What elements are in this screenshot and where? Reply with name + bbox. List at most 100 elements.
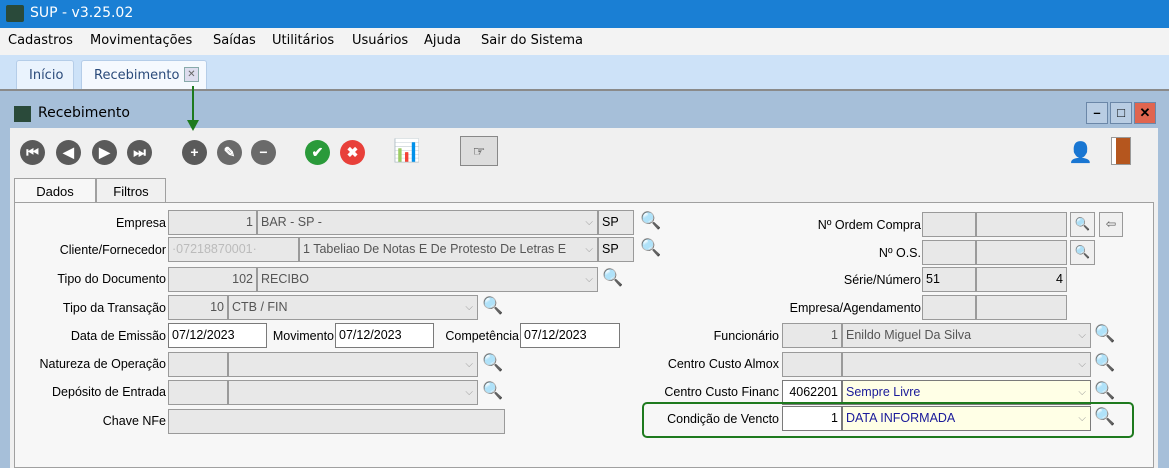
competencia-label: Competência [445, 329, 519, 343]
add-icon[interactable]: + [182, 140, 207, 165]
chart-settings-icon[interactable]: 📊 [393, 138, 420, 164]
deposito-code[interactable] [168, 380, 228, 405]
menu-sair[interactable]: Sair do Sistema [481, 33, 583, 48]
close-tab-icon[interactable]: ✕ [184, 67, 199, 82]
next-icon[interactable]: ▶ [92, 140, 117, 165]
funcionario-search-icon[interactable]: 🔍 [1094, 324, 1115, 344]
cc-almox-label: Centro Custo Almox [667, 357, 779, 371]
maximize-button[interactable]: □ [1110, 102, 1132, 124]
tipo-trans-desc-select[interactable]: CTB / FIN ⌵ [228, 295, 478, 320]
ordem-b[interactable] [976, 212, 1067, 237]
tab-recebimento[interactable]: Recebimento ✕ [81, 60, 207, 89]
cliente-search-icon[interactable]: 🔍 [640, 238, 661, 258]
chevron-down-icon[interactable]: ⌵ [465, 296, 473, 319]
empresa-code[interactable]: 1 [168, 210, 257, 235]
os-search-button[interactable]: 🔍 [1070, 240, 1095, 265]
tipo-doc-desc-select[interactable]: RECIBO ⌵ [257, 267, 598, 292]
last-icon[interactable]: ⏭ [127, 140, 152, 165]
chevron-down-icon[interactable]: ⌵ [585, 238, 593, 261]
data-emissao-input[interactable]: 07/12/2023 [168, 323, 267, 348]
cc-almox-code[interactable] [782, 352, 842, 377]
funcionario-code[interactable]: 1 [782, 323, 842, 348]
tab-label: Recebimento [94, 68, 180, 83]
cc-financ-search-icon[interactable]: 🔍 [1094, 381, 1115, 401]
menu-ajuda[interactable]: Ajuda [424, 33, 461, 48]
tab-inicio[interactable]: Início [16, 60, 74, 89]
user-shield-icon[interactable]: 👤 [1068, 140, 1093, 165]
window-title: Recebimento [38, 105, 130, 121]
chevron-down-icon[interactable]: ⌵ [585, 268, 593, 291]
empresa-uf[interactable]: SP [598, 210, 634, 235]
edit-icon[interactable]: ✎ [217, 140, 242, 165]
empresa-search-icon[interactable]: 🔍 [640, 211, 661, 231]
tipo-trans-code[interactable]: 10 [168, 295, 228, 320]
cliente-uf[interactable]: SP [598, 237, 634, 262]
data-emissao-label: Data de Emissão [70, 329, 166, 343]
menu-cadastros[interactable]: Cadastros [8, 33, 73, 48]
cliente-desc-value: 1 Tabeliao De Notas E De Protesto De Let… [303, 242, 567, 256]
remove-icon[interactable]: − [251, 140, 276, 165]
empresa-label: Empresa [115, 216, 166, 230]
movimento-label: Movimento [272, 329, 334, 343]
menu-utilitarios[interactable]: Utilitários [272, 33, 334, 48]
natureza-code[interactable] [168, 352, 228, 377]
menu-movimentacoes[interactable]: Movimentações [90, 33, 192, 48]
funcionario-desc-select[interactable]: Enildo Miguel Da Silva ⌵ [842, 323, 1091, 348]
minimize-button[interactable]: – [1086, 102, 1108, 124]
cc-financ-desc-value: Sempre Livre [846, 385, 921, 399]
chave-nfe-label: Chave NFe [102, 414, 166, 428]
agend-a[interactable] [922, 295, 976, 320]
ordem-label: Nº Ordem Compra [817, 218, 921, 232]
chevron-down-icon[interactable]: ⌵ [465, 381, 473, 404]
movimento-input[interactable]: 07/12/2023 [335, 323, 434, 348]
tab-label: Dados [36, 184, 74, 199]
natureza-label: Natureza de Operação [39, 357, 166, 371]
empresa-desc-select[interactable]: BAR - SP - ⌵ [257, 210, 598, 235]
tab-label: Início [29, 68, 64, 83]
app-titlebar: SUP - v3.25.02 [0, 0, 1169, 28]
serie-b[interactable]: 4 [976, 267, 1067, 292]
cc-almox-search-icon[interactable]: 🔍 [1094, 353, 1115, 373]
cancel-icon[interactable]: ✖ [340, 140, 365, 165]
funcionario-desc-value: Enildo Miguel Da Silva [846, 328, 972, 342]
cliente-desc-select[interactable]: 1 Tabeliao De Notas E De Protesto De Let… [299, 237, 598, 262]
pointer-icon[interactable]: ☞ [460, 136, 498, 166]
natureza-search-icon[interactable]: 🔍 [482, 353, 503, 373]
ordem-a[interactable] [922, 212, 976, 237]
serie-a[interactable]: 51 [922, 267, 976, 292]
confirm-icon[interactable]: ✔ [305, 140, 330, 165]
tipo-trans-search-icon[interactable]: 🔍 [482, 296, 503, 316]
deposito-label: Depósito de Entrada [52, 385, 166, 399]
chevron-down-icon[interactable]: ⌵ [1078, 353, 1086, 376]
app-title: SUP - v3.25.02 [30, 5, 134, 21]
ordem-search-button[interactable]: 🔍 [1070, 212, 1095, 237]
tab-dados[interactable]: Dados [14, 178, 96, 204]
chevron-down-icon[interactable]: ⌵ [465, 353, 473, 376]
menu-bar: Cadastros Movimentações Saídas Utilitári… [0, 28, 1169, 55]
deposito-search-icon[interactable]: 🔍 [482, 381, 503, 401]
import-icon[interactable]: ⇦ [1099, 212, 1123, 237]
tipo-doc-desc-value: RECIBO [261, 272, 309, 286]
cliente-code[interactable]: ·07218870001· [168, 237, 299, 262]
menu-saidas[interactable]: Saídas [213, 33, 256, 48]
menu-usuarios[interactable]: Usuários [352, 33, 408, 48]
cc-almox-desc-select[interactable]: ⌵ [842, 352, 1091, 377]
previous-icon[interactable]: ◀ [56, 140, 81, 165]
close-window-button[interactable]: ✕ [1134, 102, 1156, 124]
first-icon[interactable]: ⏮ [20, 140, 45, 165]
empresa-desc-value: BAR - SP - [261, 215, 322, 229]
deposito-desc-select[interactable]: ⌵ [228, 380, 478, 405]
chevron-down-icon[interactable]: ⌵ [585, 211, 593, 234]
chevron-down-icon[interactable]: ⌵ [1078, 381, 1086, 404]
natureza-desc-select[interactable]: ⌵ [228, 352, 478, 377]
exit-door-icon[interactable] [1111, 137, 1131, 165]
os-b[interactable] [976, 240, 1067, 265]
os-a[interactable] [922, 240, 976, 265]
competencia-input[interactable]: 07/12/2023 [520, 323, 620, 348]
tab-filtros[interactable]: Filtros [96, 178, 166, 203]
chevron-down-icon[interactable]: ⌵ [1078, 324, 1086, 347]
tipo-doc-code[interactable]: 102 [168, 267, 257, 292]
tipo-doc-search-icon[interactable]: 🔍 [602, 268, 623, 288]
chave-nfe-input[interactable] [168, 409, 505, 434]
agend-b[interactable] [976, 295, 1067, 320]
